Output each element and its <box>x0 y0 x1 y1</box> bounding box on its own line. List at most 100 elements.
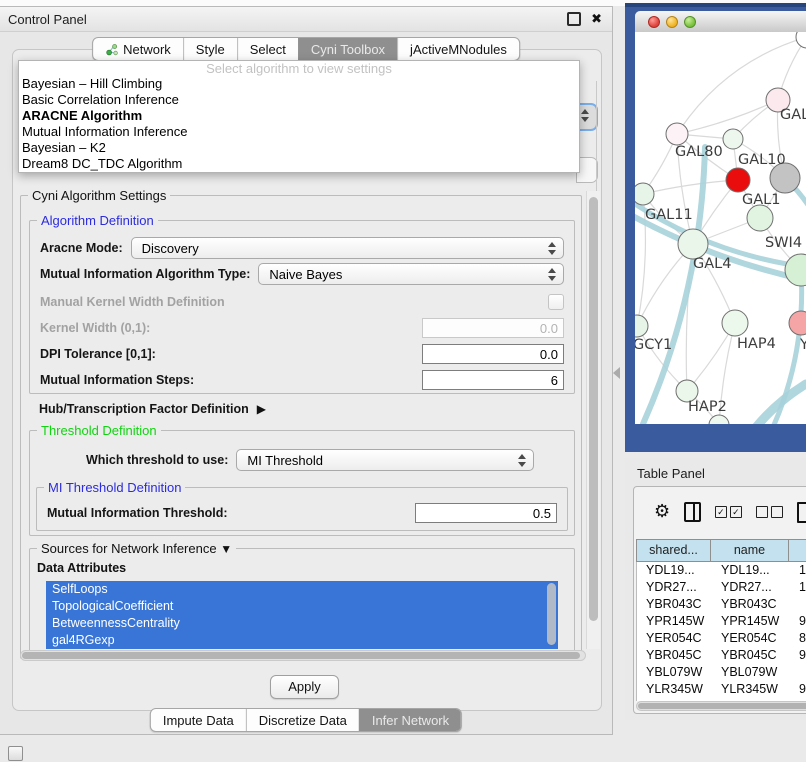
network-node-gal80[interactable] <box>666 123 688 145</box>
algorithm-option-mutual-information-inference[interactable]: Mutual Information Inference <box>19 124 579 140</box>
node-label-gal10: GAL10 <box>738 152 786 168</box>
deselect-all-checkboxes-icon[interactable] <box>756 506 783 518</box>
mi-algorithm-type-select[interactable]: Naive Bayes <box>258 263 564 285</box>
table-toolbar: ⚙ ✓ ✓ <box>634 487 806 537</box>
node-label-gal1: GAL1 <box>742 192 780 208</box>
table-horizontal-scrollbar[interactable] <box>636 701 806 711</box>
select-all-checkboxes-icon[interactable]: ✓ ✓ <box>715 506 742 518</box>
attribute-item-topologicalcoefficient[interactable]: TopologicalCoefficient <box>46 598 558 615</box>
gear-icon[interactable]: ⚙ <box>654 503 670 521</box>
tab-select[interactable]: Select <box>237 38 298 60</box>
network-node-gal1[interactable] <box>747 205 773 231</box>
expand-arrow-icon[interactable]: ▶ <box>257 402 266 416</box>
table-row[interactable]: YBL079WYBL079W <box>637 664 806 681</box>
node-label-gal80: GAL80 <box>675 144 723 160</box>
algorithm-option-basic-correlation-inference[interactable]: Basic Correlation Inference <box>19 92 579 108</box>
network-edge[interactable] <box>677 100 778 134</box>
network-node-red[interactable] <box>726 168 750 192</box>
table-row[interactable]: YDR27...YDR27...12 <box>637 579 806 596</box>
obscured-groupbox-border <box>596 81 597 195</box>
which-threshold-select[interactable]: MI Threshold <box>236 449 534 471</box>
float-panel-icon[interactable] <box>567 12 581 26</box>
table-row[interactable]: YBR045CYBR045C9. <box>637 647 806 664</box>
algorithm-dropdown-header: Select algorithm to view settings <box>19 61 579 76</box>
network-node-gcy1[interactable] <box>635 315 648 337</box>
attribute-item-betweennesscentrality[interactable]: BetweennessCentrality <box>46 615 558 632</box>
settings-horizontal-scrollbar[interactable] <box>20 650 586 661</box>
network-canvas[interactable]: GALGAL80GAL10GAL1GAL11GAL4SWI4GCY1HAP4YH… <box>635 32 806 424</box>
table-body: YDL19...YDL19...13YDR27...YDR27...12YBR0… <box>636 562 806 701</box>
network-node-y[interactable] <box>789 311 806 335</box>
tab-impute-data[interactable]: Impute Data <box>151 709 246 731</box>
kernel-width-field[interactable]: 0.0 <box>422 318 564 338</box>
table-cell: YBR045C <box>712 647 790 664</box>
list-scrollbar[interactable] <box>547 583 556 645</box>
which-threshold-label: Which threshold to use: <box>86 453 228 467</box>
tab-network[interactable]: Network <box>93 38 183 60</box>
kernel-width-label: Kernel Width (0,1): <box>40 321 414 335</box>
manual-kernel-width-label: Manual Kernel Width Definition <box>40 295 540 309</box>
close-traffic-light[interactable] <box>648 16 660 28</box>
table-panel: Table Panel ⚙ ✓ ✓ shared...nameA YDL19..… <box>625 458 806 720</box>
table-row[interactable]: YBR043CYBR043C <box>637 596 806 613</box>
network-node-swi4[interactable] <box>785 254 806 286</box>
settings-vertical-scrollbar[interactable] <box>586 191 600 649</box>
network-node-gal10[interactable] <box>723 129 743 149</box>
table-cell: YLR345W <box>637 681 712 698</box>
attribute-item-gal4rgexp[interactable]: gal4RGexp <box>46 632 558 649</box>
zoom-traffic-light[interactable] <box>684 16 696 28</box>
column-selector-icon[interactable] <box>684 502 701 522</box>
table-row[interactable]: YPR145WYPR145W9. <box>637 613 806 630</box>
node-label-gal11: GAL11 <box>645 207 693 223</box>
splitter-collapse-icon[interactable] <box>613 367 620 379</box>
network-edge[interactable] <box>643 180 738 194</box>
column-header-a[interactable]: A <box>789 539 806 562</box>
aracne-mode-label: Aracne Mode: <box>40 241 123 255</box>
collapsed-panel-icon[interactable] <box>8 746 23 761</box>
node-label-y: Y <box>799 337 806 353</box>
hub-definition-section[interactable]: Hub/Transcription Factor Definition ▶ <box>39 398 571 420</box>
column-header-name[interactable]: name <box>711 539 789 562</box>
table-cell: YBR045C <box>637 647 712 664</box>
tab-label: Select <box>250 42 286 57</box>
close-icon[interactable]: ✖ <box>591 7 602 31</box>
cyni-algorithm-settings-group: Cyni Algorithm Settings Algorithm Defini… <box>20 195 582 659</box>
algorithm-option-dream8-dc-tdc-algorithm[interactable]: Dream8 DC_TDC Algorithm <box>19 156 579 172</box>
tab-cyni-toolbox[interactable]: Cyni Toolbox <box>298 38 397 60</box>
table-row[interactable]: YDL19...YDL19...13 <box>637 562 806 579</box>
network-node-hap4[interactable] <box>722 310 748 336</box>
algorithm-option-bayesian-k2[interactable]: Bayesian – K2 <box>19 140 579 156</box>
file-export-icon[interactable] <box>797 502 806 523</box>
attribute-item-selfloops[interactable]: SelfLoops <box>46 581 558 598</box>
mi-algorithm-type-value: Naive Bayes <box>269 267 342 282</box>
node-label-gcy1: GCY1 <box>635 337 672 353</box>
network-node-ntr[interactable] <box>796 32 806 48</box>
aracne-mode-select[interactable]: Discovery <box>131 237 564 259</box>
manual-kernel-width-checkbox[interactable] <box>548 294 564 310</box>
mi-steps-field[interactable]: 6 <box>422 370 564 390</box>
tab-discretize-data[interactable]: Discretize Data <box>246 709 359 731</box>
dpi-tolerance-field[interactable]: 0.0 <box>422 344 564 364</box>
tab-label: Cyni Toolbox <box>311 42 385 57</box>
algorithm-option-bayesian-hill-climbing[interactable]: Bayesian – Hill Climbing <box>19 76 579 92</box>
table-row[interactable]: YLR345WYLR345W9. <box>637 681 806 698</box>
spinner-arrows-icon <box>517 453 527 468</box>
network-edge-highlighted[interactable] <box>731 384 806 424</box>
tab-jactivemnodules[interactable]: jActiveMNodules <box>397 38 519 60</box>
tab-style[interactable]: Style <box>183 38 237 60</box>
algorithm-option-aracne-algorithm[interactable]: ARACNE Algorithm <box>19 108 579 124</box>
table-cell: 9. <box>790 647 806 664</box>
mi-threshold-field[interactable]: 0.5 <box>415 503 557 523</box>
minimize-traffic-light[interactable] <box>666 16 678 28</box>
table-cell: 12 <box>790 579 806 596</box>
node-label-swi4: SWI4 <box>765 235 802 251</box>
network-node-gal4[interactable] <box>678 229 708 259</box>
collapse-arrow-icon[interactable]: ▼ <box>220 542 232 556</box>
table-row[interactable]: YER054CYER054C8. <box>637 630 806 647</box>
apply-button[interactable]: Apply <box>270 675 339 699</box>
network-node-gal11[interactable] <box>635 183 654 205</box>
data-attributes-list[interactable]: SelfLoopsTopologicalCoefficientBetweenne… <box>46 581 558 649</box>
network-icon <box>105 43 118 56</box>
column-header-shared[interactable]: shared... <box>636 539 711 562</box>
tab-infer-network[interactable]: Infer Network <box>359 709 461 731</box>
